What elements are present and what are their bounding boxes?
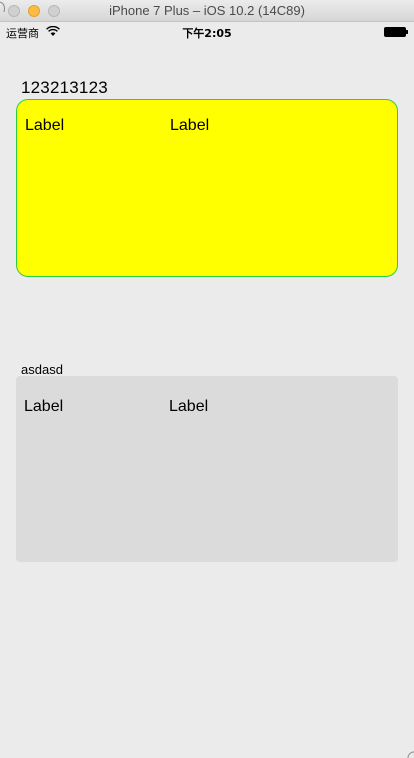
simulator-window: iPhone 7 Plus – iOS 10.2 (14C89) 运营商 下午2… (0, 0, 414, 758)
battery-icon (384, 27, 408, 37)
window-corner-icon (0, 1, 5, 12)
resize-handle-icon[interactable] (404, 748, 414, 758)
yellow-card: Label Label (16, 99, 398, 277)
window-title: iPhone 7 Plus – iOS 10.2 (14C89) (109, 3, 305, 18)
gray-card: Label Label (16, 376, 398, 562)
yellow-card-right-label: Label (170, 117, 210, 134)
yellow-card-left-label: Label (25, 117, 65, 134)
ios-status-bar: 运营商 下午2:05 (0, 22, 414, 42)
window-title-bar[interactable]: iPhone 7 Plus – iOS 10.2 (14C89) (0, 0, 414, 22)
status-time: 下午2:05 (182, 27, 232, 40)
heading-label: 123213123 (21, 78, 108, 97)
gray-card-right-label: Label (169, 398, 209, 415)
section-label: asdasd (21, 362, 63, 377)
gray-card-left-label: Label (24, 398, 64, 415)
